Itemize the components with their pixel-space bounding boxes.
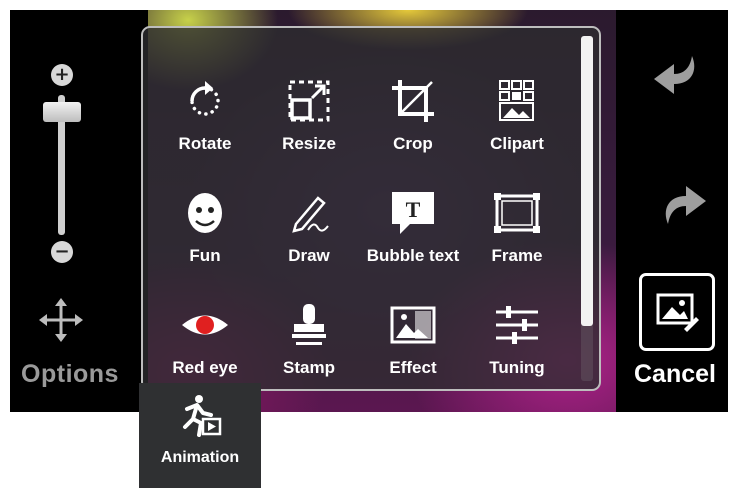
tool-label: Tuning	[489, 358, 545, 377]
zoom-out-icon[interactable]: −	[51, 241, 73, 263]
options-button[interactable]: Options	[10, 360, 130, 389]
tool-label: Frame	[491, 246, 543, 265]
tool-red-eye[interactable]: Red eye	[153, 282, 257, 390]
tool-label: Bubble text	[366, 246, 460, 265]
fun-face-icon	[188, 193, 222, 233]
redo-icon[interactable]	[650, 178, 710, 228]
tool-label: Resize	[282, 134, 336, 153]
tuning-icon	[496, 306, 538, 344]
menu-scrollbar-thumb[interactable]	[581, 36, 593, 326]
bubble-text-icon: T	[392, 192, 434, 234]
tool-label: Crop	[393, 134, 433, 153]
tool-tuning[interactable]: Tuning	[465, 282, 569, 390]
move-arrows-icon[interactable]	[37, 296, 85, 344]
zoom-in-icon[interactable]: +	[51, 64, 73, 86]
tool-label: Animation	[160, 449, 240, 466]
undo-icon[interactable]	[650, 52, 710, 102]
tool-effect[interactable]: Effect	[361, 282, 465, 390]
cancel-button[interactable]: Cancel	[610, 360, 728, 389]
zoom-slider-thumb[interactable]	[43, 102, 81, 122]
tool-label: Draw	[288, 246, 330, 265]
frame-icon	[494, 193, 540, 233]
tool-label: Rotate	[178, 134, 232, 153]
tool-label: Effect	[389, 358, 437, 377]
clipart-icon	[499, 80, 534, 121]
tool-label: Red eye	[172, 358, 238, 377]
editor-screen: + − Options Cancel Rotate Resize Crop Cl…	[10, 10, 728, 412]
tool-stamp[interactable]: Stamp	[257, 282, 361, 390]
picture-edit-icon	[656, 293, 699, 332]
tool-label: Fun	[189, 246, 221, 265]
svg-text:T: T	[406, 197, 421, 222]
resize-icon	[288, 80, 330, 122]
crop-icon	[392, 80, 434, 122]
stamp-icon	[292, 304, 326, 345]
rotate-icon	[190, 81, 220, 116]
tool-crop[interactable]: Crop	[361, 58, 465, 166]
tool-animation[interactable]: Animation	[139, 383, 261, 488]
tool-menu-popup: Rotate Resize Crop Clipart Fun Draw T Bu…	[141, 26, 601, 391]
red-eye-icon	[182, 315, 228, 335]
image-edit-button[interactable]	[639, 273, 715, 351]
tool-label: Clipart	[490, 134, 544, 153]
animation-icon	[183, 395, 222, 437]
draw-pen-icon	[292, 196, 329, 233]
tool-fun[interactable]: Fun	[153, 170, 257, 278]
tool-clipart[interactable]: Clipart	[465, 58, 569, 166]
tool-label: Stamp	[283, 358, 335, 377]
tool-frame[interactable]: Frame	[465, 170, 569, 278]
tool-bubble-text[interactable]: T Bubble text	[361, 170, 465, 278]
tool-resize[interactable]: Resize	[257, 58, 361, 166]
tool-draw[interactable]: Draw	[257, 170, 361, 278]
effect-icon	[390, 306, 436, 344]
tool-rotate[interactable]: Rotate	[153, 58, 257, 166]
